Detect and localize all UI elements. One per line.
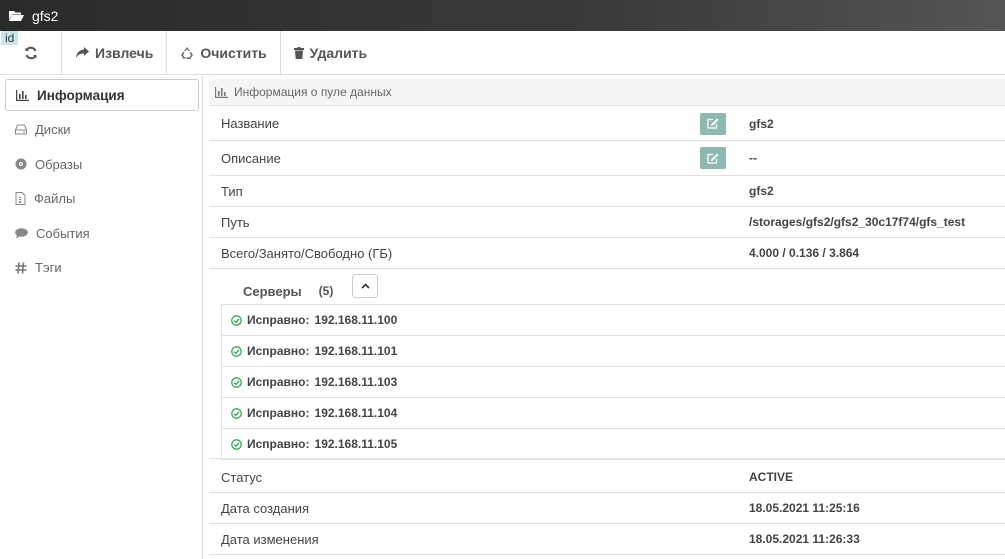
field-name-row: Название gfs2 <box>209 107 1005 141</box>
sidebar-item-info[interactable]: Информация <box>5 79 199 111</box>
field-type-row: Тип gfs2 <box>209 176 1005 207</box>
servers-header: Серверы (5) <box>243 279 333 303</box>
trash-icon <box>293 46 304 59</box>
recycle-icon <box>181 46 194 59</box>
sidebar-item-tags[interactable]: Тэги <box>5 252 199 284</box>
sidebar-item-images[interactable]: Образы <box>5 148 199 180</box>
check-circle-icon <box>231 407 242 419</box>
sidebar-item-label: Диски <box>35 122 71 137</box>
server-ip: 192.168.11.105 <box>314 437 398 451</box>
field-value: 18.05.2021 11:25:16 <box>749 501 860 515</box>
field-created-row: Дата создания 18.05.2021 11:25:16 <box>209 493 1005 524</box>
field-value: 4.000 / 0.136 / 3.864 <box>749 246 860 260</box>
field-modified-row: Дата изменения 18.05.2021 11:26:33 <box>209 524 1005 555</box>
list-item: Исправно: 192.168.11.103 <box>222 367 1005 398</box>
field-value: gfs2 <box>749 116 774 131</box>
check-circle-icon <box>231 376 242 388</box>
hdd-icon <box>15 124 27 135</box>
share-icon <box>76 47 89 58</box>
bar-chart-icon <box>215 86 228 98</box>
delete-button[interactable]: Удалить <box>281 31 380 74</box>
disc-icon <box>15 158 27 170</box>
field-label: Статус <box>221 469 263 485</box>
sidebar-item-label: Файлы <box>34 191 76 206</box>
sidebar: Информация Диски Образы Файлы События Тэ… <box>0 76 203 559</box>
sidebar-item-label: Тэги <box>35 260 62 275</box>
check-circle-icon <box>231 438 242 450</box>
sidebar-item-label: Информация <box>37 87 125 103</box>
check-circle-icon <box>231 314 242 326</box>
bar-chart-icon <box>16 89 29 101</box>
field-label: Путь <box>221 214 250 230</box>
server-ip: 192.168.11.100 <box>314 313 398 327</box>
field-value: -- <box>749 151 757 165</box>
list-item: Исправно: 192.168.11.100 <box>222 305 1005 336</box>
id-badge: id <box>1 31 19 45</box>
edit-icon <box>707 118 719 129</box>
sidebar-item-files[interactable]: Файлы <box>5 183 199 215</box>
field-label: Описание <box>221 150 281 166</box>
field-value: ACTIVE <box>749 470 794 484</box>
comment-icon <box>15 227 28 238</box>
field-path-row: Путь /storages/gfs2/gfs2_30c17f74/gfs_te… <box>209 207 1005 238</box>
field-value: /storages/gfs2/gfs2_30c17f74/gfs_test <box>749 215 966 229</box>
field-description-row: Описание -- <box>209 141 1005 176</box>
file-icon <box>15 192 26 205</box>
server-status: Исправно: <box>247 313 310 327</box>
chevron-up-icon <box>360 283 370 289</box>
panel-title: Информация о пуле данных <box>234 85 392 99</box>
list-item: Исправно: 192.168.11.104 <box>222 398 1005 429</box>
clear-button[interactable]: Очистить <box>167 31 281 74</box>
server-ip: 192.168.11.101 <box>314 344 398 358</box>
folder-open-icon <box>8 9 24 23</box>
sidebar-item-label: События <box>36 225 90 241</box>
delete-label: Удалить <box>309 44 368 61</box>
field-label: Название <box>221 116 280 131</box>
field-label: Дата создания <box>221 500 310 516</box>
servers-section: Серверы (5) Исправно: 192.168.11.100 Исп… <box>209 269 1005 460</box>
server-status: Исправно: <box>247 406 310 420</box>
server-ip: 192.168.11.104 <box>314 406 398 420</box>
sidebar-item-label: Образы <box>35 156 83 172</box>
field-label: Тип <box>221 183 243 199</box>
list-item: Исправно: 192.168.11.105 <box>222 429 1005 460</box>
check-circle-icon <box>231 345 242 357</box>
servers-collapse-button[interactable] <box>352 274 378 298</box>
extract-button[interactable]: Извлечь <box>62 31 168 74</box>
field-label: Дата изменения <box>221 531 319 547</box>
sidebar-item-disks[interactable]: Диски <box>5 114 199 146</box>
title-bar: gfs2 <box>0 0 1005 31</box>
server-status: Исправно: <box>247 375 310 389</box>
edit-description-button[interactable] <box>700 147 726 169</box>
servers-list: Исправно: 192.168.11.100 Исправно: 192.1… <box>221 304 1005 460</box>
servers-count: (5) <box>318 284 334 298</box>
server-status: Исправно: <box>247 437 310 451</box>
sidebar-item-events[interactable]: События <box>5 217 199 249</box>
field-label: Всего/Занято/Свободно (ГБ) <box>221 245 393 261</box>
panel-header: Информация о пуле данных <box>209 79 1005 106</box>
list-item: Исправно: 192.168.11.101 <box>222 336 1005 367</box>
field-status-row: Статус ACTIVE <box>209 462 1005 493</box>
hashtag-icon <box>15 261 27 274</box>
field-size-row: Всего/Занято/Свободно (ГБ) 4.000 / 0.136… <box>209 238 1005 269</box>
field-value: 18.05.2021 11:26:33 <box>749 532 860 546</box>
edit-name-button[interactable] <box>700 112 726 135</box>
extract-label: Извлечь <box>95 44 154 61</box>
clear-label: Очистить <box>200 44 267 61</box>
field-value: gfs2 <box>749 184 774 198</box>
server-status: Исправно: <box>247 344 310 358</box>
window-title: gfs2 <box>32 7 59 24</box>
toolbar: Извлечь Очистить Удалить <box>0 31 1005 75</box>
server-ip: 192.168.11.103 <box>314 375 398 389</box>
main-panel: Информация о пуле данных Название gfs2 О… <box>203 76 1005 559</box>
servers-label: Серверы <box>243 283 302 299</box>
edit-icon <box>707 153 719 164</box>
refresh-icon <box>25 46 36 59</box>
